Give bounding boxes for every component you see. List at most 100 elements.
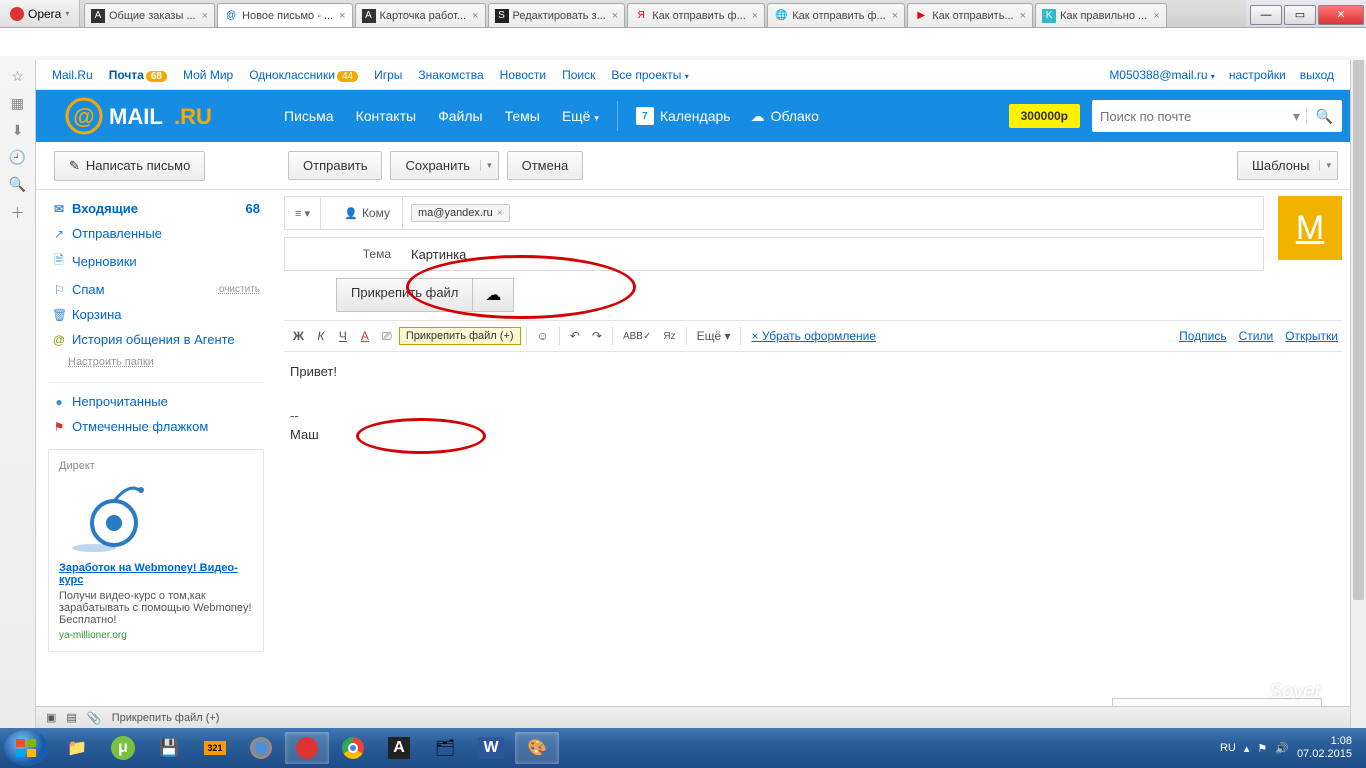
redo-button[interactable]: ↷ [587,326,607,346]
grid-icon[interactable]: ▦ [11,95,24,112]
window-minimize[interactable]: — [1250,5,1282,25]
taskbar-save[interactable]: 💾 [147,732,191,764]
folder-sent[interactable]: ↗Отправленные [48,221,264,246]
cards-link[interactable]: Открытки [1285,329,1338,343]
compose-button[interactable]: ✎ Написать письмо [54,151,205,181]
cloud-link[interactable]: ☁Облако [751,108,819,125]
window-maximize[interactable]: ▭ [1284,5,1316,25]
configure-folders[interactable]: Настроить папки [68,356,154,368]
user-email[interactable]: M050388@mail.ru ▾ [1109,68,1215,82]
save-button[interactable]: Сохранить [390,151,498,180]
folder-inbox[interactable]: ✉Входящие68 [48,196,264,221]
close-icon[interactable]: × [1020,10,1026,22]
start-button[interactable] [4,730,48,766]
taskbar-explorer[interactable]: 📁 [55,732,99,764]
portal-link[interactable]: Новости [500,68,546,82]
browser-tab[interactable]: 🌐Как отправить ф...× [767,3,905,27]
portal-link[interactable]: Одноклассники44 [249,68,358,82]
ad-image[interactable] [59,478,159,558]
portal-link[interactable]: Мой Мир [183,68,233,82]
emoji-button[interactable]: ☺ [532,326,554,346]
signature-link[interactable]: Подпись [1179,329,1227,343]
scrollbar-thumb[interactable] [1353,60,1364,600]
window-close[interactable]: ✕ [1318,5,1364,25]
text-color-button[interactable]: А [355,326,375,346]
taskbar-paint[interactable]: 🎨 [515,732,559,764]
browser-tab[interactable]: SРедактировать з...× [488,3,626,27]
compose-options[interactable]: ≡ ▾ [285,197,321,229]
nav-contacts[interactable]: Контакты [356,108,416,124]
folder-drafts[interactable]: 🗎Черновики [48,246,264,277]
clock[interactable]: 1:08 07.02.2015 [1297,735,1352,761]
mail-search[interactable]: ▾ 🔍 [1092,100,1342,132]
nav-more[interactable]: Ещё ▾ [562,108,599,124]
bold-button[interactable]: Ж [288,326,309,346]
folder-trash[interactable]: 🗑Корзина [48,302,264,327]
portal-link[interactable]: Поиск [562,68,595,82]
browser-tab[interactable]: АОбщие заказы ...× [84,3,215,27]
mail-search-input[interactable] [1092,109,1287,124]
styles-link[interactable]: Стили [1239,329,1274,343]
templates-button[interactable]: Шаблоны [1237,151,1338,180]
cancel-button[interactable]: Отмена [507,151,584,180]
browser-tab[interactable]: ЯКак отправить ф...× [627,3,765,27]
lang-indicator[interactable]: RU [1220,742,1236,754]
search-dropdown[interactable]: ▾ [1287,108,1306,125]
portal-link[interactable]: Все проекты ▾ [611,68,688,82]
tray-up-icon[interactable]: ▴ [1244,742,1250,755]
close-icon[interactable]: × [612,10,618,22]
star-icon[interactable]: ☆ [11,68,24,85]
folder-spam[interactable]: ⚐Спамочистить [48,277,264,302]
close-icon[interactable]: × [339,10,345,22]
clear-spam[interactable]: очистить [219,284,260,295]
browser-tab[interactable]: ▶Как отправить...× [907,3,1033,27]
folder-agent[interactable]: @История общения в Агенте [48,327,264,352]
taskbar-folders[interactable]: 🗂 [423,732,467,764]
close-icon[interactable]: × [472,10,478,22]
tray-flag-icon[interactable]: ⚑ [1257,742,1267,755]
attach-cloud-button[interactable]: ☁ [473,278,514,312]
nav-themes[interactable]: Темы [505,108,540,124]
italic-button[interactable]: К [311,326,331,346]
calendar-link[interactable]: 7 Календарь [636,107,731,125]
attach-file-button[interactable]: Прикрепить файл [336,278,473,312]
taskbar-chrome[interactable] [331,732,375,764]
taskbar-word[interactable]: W [469,732,513,764]
browser-tab[interactable]: KКак правильно ...× [1035,3,1167,27]
attach-icon[interactable]: 📎 [87,711,102,725]
taskbar-app[interactable]: А [377,732,421,764]
promo-button[interactable]: 300000р [1009,104,1080,128]
recipient-chip[interactable]: ma@yandex.ru× [411,204,510,222]
taskbar-utorrent[interactable]: μ [101,732,145,764]
subject-field[interactable]: Картинка [403,247,1263,262]
portal-link-mail[interactable]: Почта68 [109,68,167,82]
nav-files[interactable]: Файлы [438,108,482,124]
spellcheck-button[interactable]: ABB✓ [618,328,656,345]
scrollbar[interactable] [1350,60,1366,728]
to-field[interactable]: ma@yandex.ru× [403,204,1263,222]
portal-link[interactable]: Знакомства [418,68,483,82]
remove-format-button[interactable]: × Убрать оформление [746,326,881,346]
settings-link[interactable]: настройки [1229,68,1286,82]
close-icon[interactable]: × [202,10,208,22]
search-icon[interactable]: 🔍 [1306,108,1342,125]
panel-icon[interactable]: ▣ [46,711,56,724]
folder-unread[interactable]: ●Непрочитанные [48,389,264,414]
logout-link[interactable]: выход [1300,68,1334,82]
close-icon[interactable]: × [752,10,758,22]
taskbar-opera[interactable] [285,732,329,764]
search-icon[interactable]: 🔍 [9,176,26,193]
browser-tab[interactable]: АКарточка работ...× [355,3,486,27]
undo-button[interactable]: ↶ [565,326,585,346]
underline-button[interactable]: Ч [333,326,353,346]
download-icon[interactable]: ⬇ [12,122,24,139]
send-button[interactable]: Отправить [288,151,382,180]
close-icon[interactable]: × [1153,10,1159,22]
portal-link[interactable]: Mail.Ru [52,68,93,82]
taskbar-mpc[interactable]: 321 [193,732,237,764]
browser-tab[interactable]: @Новое письмо - ...× [217,3,352,27]
close-icon[interactable]: × [892,10,898,22]
ad-headline[interactable]: Заработок на Webmoney! Видео-курс [59,562,253,586]
add-icon[interactable]: ＋ [11,203,25,223]
volume-icon[interactable]: 🔊 [1275,742,1289,755]
